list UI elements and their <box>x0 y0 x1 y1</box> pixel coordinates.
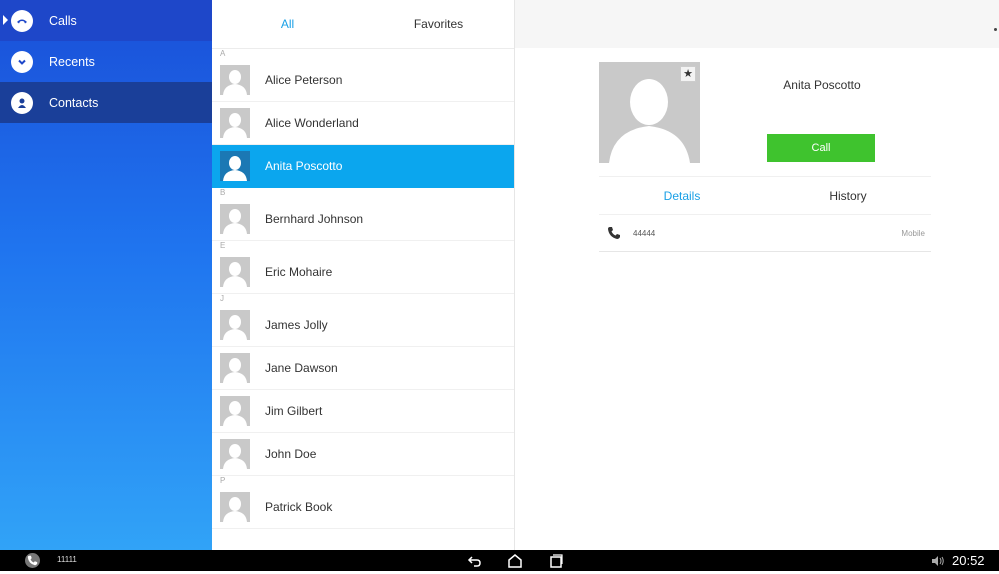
back-icon[interactable] <box>467 553 483 569</box>
phone-handset-icon <box>11 9 33 32</box>
chevron-down-icon <box>11 50 33 73</box>
nav-item-recents[interactable]: Recents <box>0 41 212 82</box>
contact-name-label: Alice Wonderland <box>265 116 359 130</box>
avatar <box>220 65 250 95</box>
nav-item-label: Calls <box>49 13 77 28</box>
contact-row[interactable]: Anita Poscotto <box>212 145 514 188</box>
tab-details[interactable]: Details <box>599 177 765 215</box>
system-bar: 11111 20:52 <box>0 550 999 571</box>
favorite-star-button[interactable]: ★ <box>680 66 696 82</box>
detail-header-bar <box>515 0 999 48</box>
person-silhouette-icon <box>223 358 247 383</box>
nav-item-contacts[interactable]: Contacts <box>0 82 212 123</box>
call-button[interactable]: Call <box>767 134 875 162</box>
person-silhouette-icon <box>223 262 247 287</box>
avatar <box>220 396 250 426</box>
tab-all[interactable]: All <box>212 0 363 48</box>
nav-item-label: Contacts <box>49 95 99 110</box>
volume-icon[interactable] <box>931 554 945 568</box>
contact-name-label: Alice Peterson <box>265 73 343 87</box>
recent-apps-icon[interactable] <box>548 553 564 569</box>
contact-photo: ★ <box>599 62 700 163</box>
contact-name-label: Jane Dawson <box>265 361 338 375</box>
contacts-list-panel: All Favorites A Alice Peterson Alice Wonde… <box>212 0 515 550</box>
selected-caret-icon <box>3 15 8 25</box>
phone-icon <box>608 227 620 239</box>
contact-row[interactable]: Patrick Book <box>212 486 514 529</box>
person-silhouette-icon <box>223 156 247 181</box>
tab-history[interactable]: History <box>765 177 931 215</box>
person-silhouette-icon <box>223 444 247 469</box>
avatar <box>220 353 250 383</box>
person-silhouette-icon <box>223 209 247 234</box>
nav-item-calls[interactable]: Calls <box>0 0 212 41</box>
section-letter: A <box>220 49 226 58</box>
home-icon[interactable] <box>507 553 523 569</box>
avatar <box>220 492 250 522</box>
avatar <box>220 204 250 234</box>
list-tabs: All Favorites <box>212 0 514 49</box>
section-letter: J <box>220 294 224 303</box>
overflow-dot-icon[interactable] <box>994 28 997 31</box>
section-letter: E <box>220 241 226 250</box>
phone-status-icon <box>25 553 40 568</box>
contact-list: A Alice Peterson Alice Wonderland Anita Pos… <box>212 49 514 529</box>
person-silhouette-icon <box>223 315 247 340</box>
phone-number: 44444 <box>633 228 656 238</box>
section-letter: P <box>220 476 226 485</box>
side-navigation: Calls Recents Contacts <box>0 0 212 550</box>
avatar <box>220 439 250 469</box>
avatar <box>220 310 250 340</box>
contact-row[interactable]: Eric Mohaire <box>212 251 514 294</box>
contact-row[interactable]: Bernhard Johnson <box>212 198 514 241</box>
avatar <box>220 108 250 138</box>
person-silhouette-icon <box>223 497 247 522</box>
contact-row[interactable]: Alice Wonderland <box>212 102 514 145</box>
person-silhouette-icon <box>223 113 247 138</box>
phone-type: Mobile <box>901 228 925 238</box>
contact-name-label: Eric Mohaire <box>265 265 333 279</box>
avatar <box>220 257 250 287</box>
section-letter: B <box>220 188 226 197</box>
contact-row[interactable]: Alice Peterson <box>212 59 514 102</box>
contact-name-label: John Doe <box>265 447 317 461</box>
detail-tabs: Details History <box>599 176 931 215</box>
person-icon <box>11 91 33 114</box>
contact-row[interactable]: Jim Gilbert <box>212 390 514 433</box>
phone-number-row[interactable]: 44444 Mobile <box>599 214 931 252</box>
contact-name-label: Patrick Book <box>265 500 333 514</box>
nav-item-label: Recents <box>49 54 95 69</box>
contact-row[interactable]: Jane Dawson <box>212 347 514 390</box>
extension-number: 11111 <box>57 555 77 564</box>
person-silhouette-icon <box>223 70 247 95</box>
contact-name-label: Jim Gilbert <box>265 404 323 418</box>
contact-name: Anita Poscotto <box>783 78 861 92</box>
contact-row[interactable]: James Jolly <box>212 304 514 347</box>
clock-time: 20:52 <box>952 553 985 568</box>
contact-name-label: Bernhard Johnson <box>265 212 364 226</box>
contact-name-label: Anita Poscotto <box>265 159 343 173</box>
person-silhouette-icon <box>223 401 247 426</box>
contact-row[interactable]: John Doe <box>212 433 514 476</box>
tab-favorites[interactable]: Favorites <box>363 0 514 48</box>
contact-name-label: James Jolly <box>265 318 328 332</box>
avatar <box>220 151 250 181</box>
